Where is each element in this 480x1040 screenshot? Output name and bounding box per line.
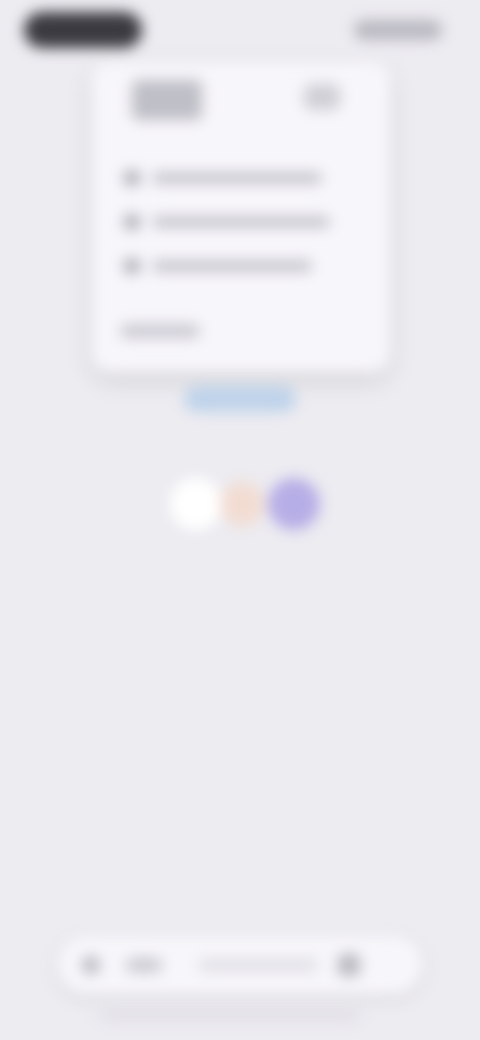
home-indicator[interactable] [100, 1012, 360, 1020]
bottom-middle-text[interactable] [198, 958, 318, 972]
bottom-input-bar[interactable] [58, 936, 422, 994]
card-row-2[interactable] [124, 212, 330, 232]
card-row-1[interactable] [124, 168, 324, 188]
row-bullet-icon [124, 259, 140, 273]
status-icons [354, 20, 442, 40]
color-dot-purple[interactable] [268, 478, 320, 530]
row-text [152, 173, 322, 183]
content-card [92, 62, 390, 372]
row-text [152, 261, 312, 271]
card-row-3[interactable] [124, 256, 324, 276]
circle-icon[interactable] [82, 956, 100, 974]
row-bullet-icon [124, 171, 140, 185]
bottom-left-text [126, 958, 162, 972]
status-time-pill [24, 12, 142, 48]
row-text [152, 217, 330, 227]
row-bullet-icon [124, 215, 140, 229]
color-dot-peach[interactable] [220, 482, 264, 526]
link-chip[interactable] [184, 386, 296, 412]
blurred-screen [0, 0, 480, 1040]
card-footer [120, 324, 200, 338]
card-logo-icon [132, 80, 202, 120]
color-dot-white[interactable] [170, 478, 222, 530]
card-action-button[interactable] [304, 84, 340, 110]
mic-icon[interactable] [338, 954, 360, 976]
